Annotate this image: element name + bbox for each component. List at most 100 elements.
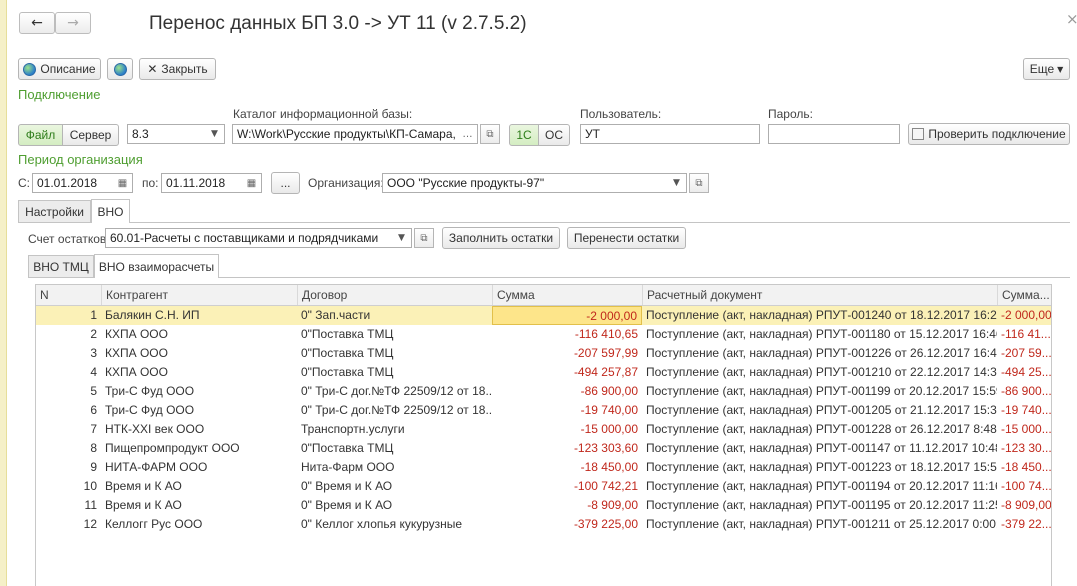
table-row[interactable]: 10 Время и К АО 0" Время и К АО -100 742,21… bbox=[36, 477, 1051, 496]
type-oc-toggle[interactable]: ОС bbox=[538, 124, 570, 146]
table-row[interactable]: 11 Время и К АО 0" Время и К АО -8 909,00 По… bbox=[36, 496, 1051, 515]
close-button[interactable]: ✕ Закрыть bbox=[139, 58, 216, 80]
forward-button[interactable]: → bbox=[55, 12, 91, 34]
cell-contract[interactable]: 0" Зап.части bbox=[297, 306, 492, 325]
chevron-down-icon[interactable]: ▼ bbox=[205, 124, 225, 144]
table-row[interactable]: 7 НТК-XXI век ООО Транспортн.услуги -15 000… bbox=[36, 420, 1051, 439]
cell-contractor[interactable]: Три-С Фуд ООО bbox=[101, 382, 297, 401]
cell-n[interactable]: 1 bbox=[36, 306, 101, 325]
cell-contract[interactable]: Нита-Фарм ООО bbox=[297, 458, 492, 477]
date-to-input[interactable]: 01.11.2018 bbox=[161, 173, 243, 193]
account-select[interactable]: 60.01-Расчеты с поставщиками и подрядчик… bbox=[105, 228, 393, 248]
close-window-icon[interactable]: × bbox=[1066, 10, 1077, 28]
column-header-sum2[interactable]: Сумма... bbox=[997, 285, 1051, 305]
cell-document[interactable]: Поступление (акт, накладная) РПУТ-001228… bbox=[642, 420, 997, 439]
calendar-icon[interactable]: ▦ bbox=[242, 173, 262, 193]
cell-sum2[interactable]: -116 41... bbox=[997, 325, 1051, 344]
cell-contractor[interactable]: КХПА ООО bbox=[101, 363, 297, 382]
cell-sum2[interactable]: -18 450... bbox=[997, 458, 1051, 477]
type-1c-toggle[interactable]: 1С bbox=[509, 124, 539, 146]
cell-contract[interactable]: 0" Три-С дог.№ТФ 22509/12 от 18... bbox=[297, 401, 492, 420]
tab-settings[interactable]: Настройки bbox=[18, 200, 91, 222]
cell-sum2[interactable]: -100 74... bbox=[997, 477, 1051, 496]
cell-document[interactable]: Поступление (акт, накладная) РПУТ-001226… bbox=[642, 344, 997, 363]
cell-sum2[interactable]: -207 59... bbox=[997, 344, 1051, 363]
cell-n[interactable]: 9 bbox=[36, 458, 101, 477]
cell-document[interactable]: Поступление (акт, накладная) РПУТ-001211… bbox=[642, 515, 997, 534]
cell-sum[interactable]: -15 000,00 bbox=[492, 420, 642, 439]
user-input[interactable]: УТ bbox=[580, 124, 760, 144]
cell-contractor[interactable]: КХПА ООО bbox=[101, 344, 297, 363]
cell-sum2[interactable]: -2 000,00 bbox=[997, 306, 1051, 325]
cell-sum[interactable]: -18 450,00 bbox=[492, 458, 642, 477]
settlements-table[interactable]: N Контрагент Договор Сумма Расчетный док… bbox=[35, 284, 1052, 586]
column-header-sum[interactable]: Сумма bbox=[492, 285, 642, 305]
cell-sum2[interactable]: -379 22... bbox=[997, 515, 1051, 534]
cell-sum[interactable]: -207 597,99 bbox=[492, 344, 642, 363]
help-globe-button[interactable] bbox=[107, 58, 133, 80]
mode-file-toggle[interactable]: Файл bbox=[18, 124, 63, 146]
cell-document[interactable]: Поступление (акт, накладная) РПУТ-001223… bbox=[642, 458, 997, 477]
open-icon[interactable]: ⧉ bbox=[480, 124, 500, 144]
fill-balances-button[interactable]: Заполнить остатки bbox=[442, 227, 560, 249]
organization-input[interactable]: ООО "Русские продукты-97" bbox=[382, 173, 668, 193]
period-select-button[interactable]: ... bbox=[271, 172, 300, 194]
cell-document[interactable]: Поступление (акт, накладная) РПУТ-001194… bbox=[642, 477, 997, 496]
cell-document[interactable]: Поступление (акт, накладная) РПУТ-001180… bbox=[642, 325, 997, 344]
cell-contract[interactable]: 0"Поставка ТМЦ bbox=[297, 325, 492, 344]
cell-contractor[interactable]: Три-С Фуд ООО bbox=[101, 401, 297, 420]
open-icon[interactable]: ⧉ bbox=[414, 228, 434, 248]
table-row[interactable]: 6 Три-С Фуд ООО 0" Три-С дог.№ТФ 22509/12 … bbox=[36, 401, 1051, 420]
cell-n[interactable]: 5 bbox=[36, 382, 101, 401]
cell-contractor[interactable]: Время и К АО bbox=[101, 477, 297, 496]
cell-contractor[interactable]: НИТА-ФАРМ ООО bbox=[101, 458, 297, 477]
tab-vno-settlements[interactable]: ВНО взаиморасчеты bbox=[94, 254, 219, 278]
cell-n[interactable]: 6 bbox=[36, 401, 101, 420]
cell-contractor[interactable]: Пищепромпродукт ООО bbox=[101, 439, 297, 458]
cell-sum[interactable]: -100 742,21 bbox=[492, 477, 642, 496]
cell-document[interactable]: Поступление (акт, накладная) РПУТ-001147… bbox=[642, 439, 997, 458]
transfer-balances-button[interactable]: Перенести остатки bbox=[567, 227, 686, 249]
cell-sum2[interactable]: -19 740... bbox=[997, 401, 1051, 420]
cell-contract[interactable]: 0"Поставка ТМЦ bbox=[297, 439, 492, 458]
column-header-contractor[interactable]: Контрагент bbox=[101, 285, 297, 305]
cell-document[interactable]: Поступление (акт, накладная) РПУТ-001205… bbox=[642, 401, 997, 420]
column-header-document[interactable]: Расчетный документ bbox=[642, 285, 997, 305]
cell-sum2[interactable]: -86 900... bbox=[997, 382, 1051, 401]
tab-vno-tmc[interactable]: ВНО ТМЦ bbox=[28, 255, 94, 277]
cell-contractor[interactable]: Балякин С.Н. ИП bbox=[101, 306, 297, 325]
password-input[interactable] bbox=[768, 124, 900, 144]
cell-n[interactable]: 7 bbox=[36, 420, 101, 439]
cell-document[interactable]: Поступление (акт, накладная) РПУТ-001240… bbox=[642, 306, 997, 325]
cell-n[interactable]: 11 bbox=[36, 496, 101, 515]
check-connection-button[interactable]: Проверить подключение bbox=[908, 123, 1070, 145]
table-row[interactable]: 4 КХПА ООО 0"Поставка ТМЦ -494 257,87 Поступ… bbox=[36, 363, 1051, 382]
cell-sum[interactable]: -19 740,00 bbox=[492, 401, 642, 420]
cell-sum[interactable]: -123 303,60 bbox=[492, 439, 642, 458]
cell-sum2[interactable]: -8 909,00 bbox=[997, 496, 1051, 515]
cell-contract[interactable]: 0" Время и К АО bbox=[297, 477, 492, 496]
cell-sum[interactable]: -2 000,00 bbox=[492, 306, 642, 325]
column-header-n[interactable]: N bbox=[36, 285, 101, 305]
cell-contract[interactable]: Транспортн.услуги bbox=[297, 420, 492, 439]
cell-document[interactable]: Поступление (акт, накладная) РПУТ-001195… bbox=[642, 496, 997, 515]
cell-contractor[interactable]: КХПА ООО bbox=[101, 325, 297, 344]
cell-sum[interactable]: -379 225,00 bbox=[492, 515, 642, 534]
cell-document[interactable]: Поступление (акт, накладная) РПУТ-001199… bbox=[642, 382, 997, 401]
cell-n[interactable]: 4 bbox=[36, 363, 101, 382]
cell-contract[interactable]: 0"Поставка ТМЦ bbox=[297, 344, 492, 363]
cell-sum[interactable]: -86 900,00 bbox=[492, 382, 642, 401]
open-icon[interactable]: ⧉ bbox=[689, 173, 709, 193]
cell-sum[interactable]: -8 909,00 bbox=[492, 496, 642, 515]
table-row[interactable]: 8 Пищепромпродукт ООО 0"Поставка ТМЦ -123 3… bbox=[36, 439, 1051, 458]
catalog-input[interactable]: W:\Work\Русские продукты\КП-Самара, И bbox=[232, 124, 459, 144]
platform-select[interactable]: 8.3 bbox=[127, 124, 206, 144]
cell-contractor[interactable]: Келлогг Рус ООО bbox=[101, 515, 297, 534]
cell-sum2[interactable]: -123 30... bbox=[997, 439, 1051, 458]
cell-n[interactable]: 2 bbox=[36, 325, 101, 344]
chevron-down-icon[interactable]: ▼ bbox=[392, 228, 412, 248]
cell-n[interactable]: 12 bbox=[36, 515, 101, 534]
cell-contract[interactable]: 0" Время и К АО bbox=[297, 496, 492, 515]
table-row[interactable]: 9 НИТА-ФАРМ ООО Нита-Фарм ООО -18 450,00 Пос… bbox=[36, 458, 1051, 477]
table-row[interactable]: 5 Три-С Фуд ООО 0" Три-С дог.№ТФ 22509/12 … bbox=[36, 382, 1051, 401]
